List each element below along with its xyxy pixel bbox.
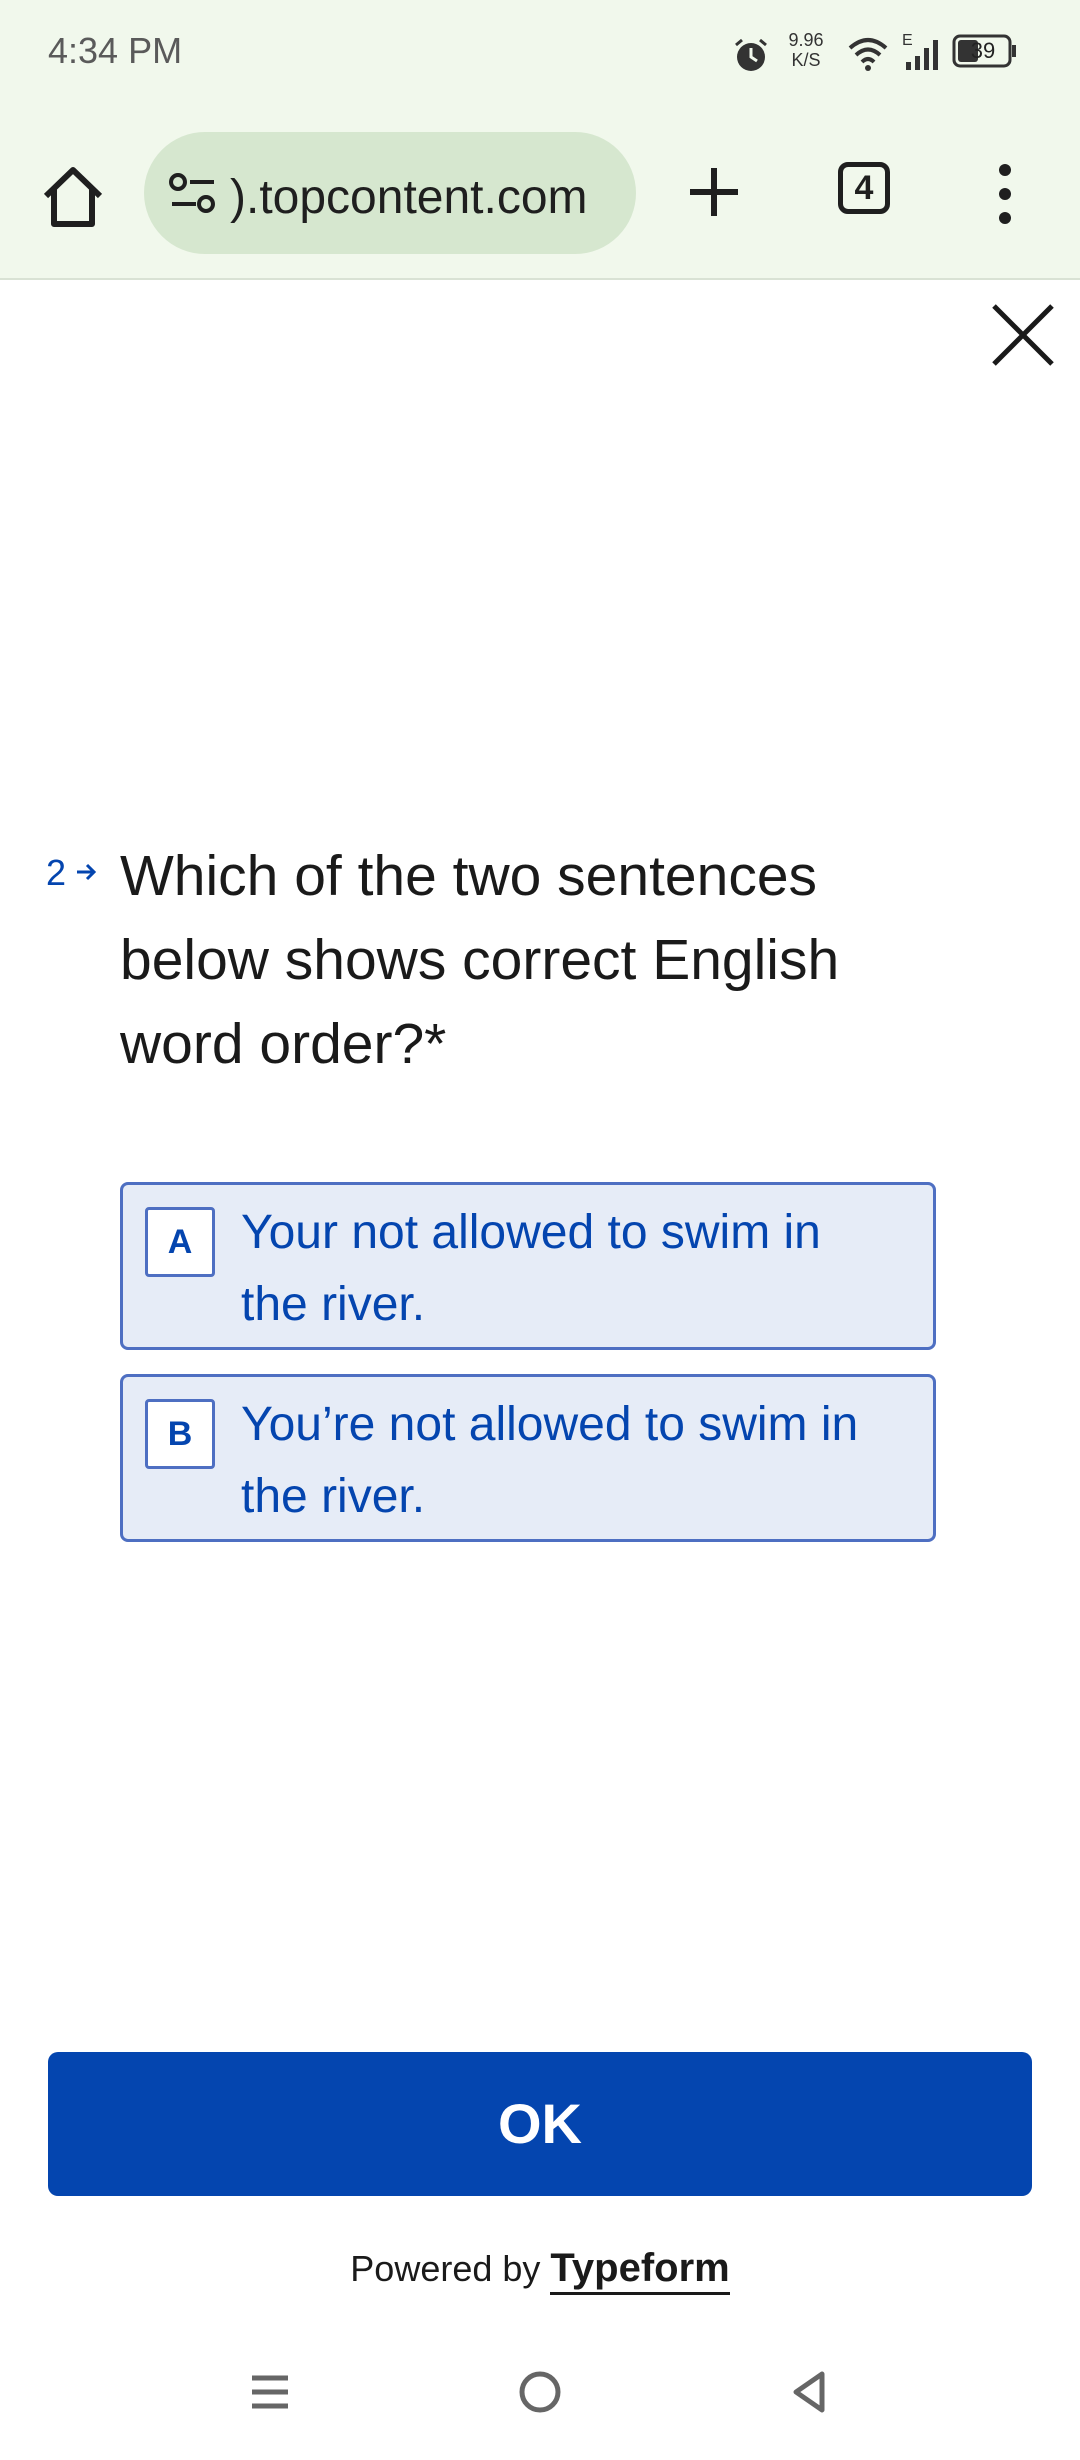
home-icon xyxy=(43,167,103,227)
choice-text-a: Your not allowed to swim in the river. xyxy=(241,1206,821,1331)
tab-switcher-button[interactable]: 4 xyxy=(838,162,890,214)
battery-level: 39 xyxy=(970,38,996,63)
screen: 4:34 PM 9.96 K/S E 39).topcontent.com 4… xyxy=(0,0,1080,2460)
choice-text-b: You’re not allowed to swim in the river. xyxy=(241,1398,859,1523)
question-text: Which of the two sentences below shows c… xyxy=(120,844,840,1076)
choice-key-b: B xyxy=(145,1399,215,1469)
browser-menu-button[interactable] xyxy=(990,162,1020,226)
wifi-icon xyxy=(848,36,888,77)
choice-b[interactable]: B You’re not allowed to swim in the rive… xyxy=(120,1374,936,1542)
close-button[interactable] xyxy=(990,302,1056,368)
url-bar[interactable]: ).topcontent.com xyxy=(144,132,636,254)
system-nav-bar xyxy=(0,2340,1080,2460)
status-icons: 9.96 K/S E 39 xyxy=(732,28,1032,80)
choice-a[interactable]: A Your not allowed to swim in the river. xyxy=(120,1182,936,1350)
signal-icon: E xyxy=(902,32,942,77)
more-vert-icon xyxy=(999,164,1011,224)
close-icon xyxy=(992,304,1054,366)
powered-by[interactable]: Powered by Typeform xyxy=(0,2246,1080,2295)
battery-icon: 39 xyxy=(952,32,1018,77)
new-tab-button[interactable] xyxy=(684,162,744,222)
browser-toolbar: ).topcontent.com 4 xyxy=(0,110,1080,280)
typeform-link[interactable]: Typeform xyxy=(550,2246,730,2295)
recent-apps-icon[interactable] xyxy=(248,2370,292,2419)
site-settings-icon[interactable] xyxy=(168,172,218,221)
ok-button[interactable]: OK xyxy=(48,2052,1032,2196)
powered-by-text: Powered by xyxy=(350,2248,541,2289)
speed-unit: K/S xyxy=(791,50,821,70)
alarm-icon xyxy=(732,36,770,79)
network-type: E xyxy=(902,32,913,49)
choice-key-a: A xyxy=(145,1207,215,1277)
home-button[interactable] xyxy=(38,162,108,232)
status-time: 4:34 PM xyxy=(48,30,183,71)
arrow-right-icon xyxy=(74,860,98,889)
speed-value: 9.96 xyxy=(788,30,824,50)
back-icon[interactable] xyxy=(788,2370,832,2419)
status-bar: 4:34 PM 9.96 K/S E 39 xyxy=(0,0,1080,110)
plus-icon xyxy=(690,168,738,216)
url-text: ).topcontent.com xyxy=(230,171,588,224)
home-circle-icon[interactable] xyxy=(518,2370,562,2419)
question-number: 2 xyxy=(46,852,67,893)
network-speed: 9.96 K/S xyxy=(776,30,836,70)
